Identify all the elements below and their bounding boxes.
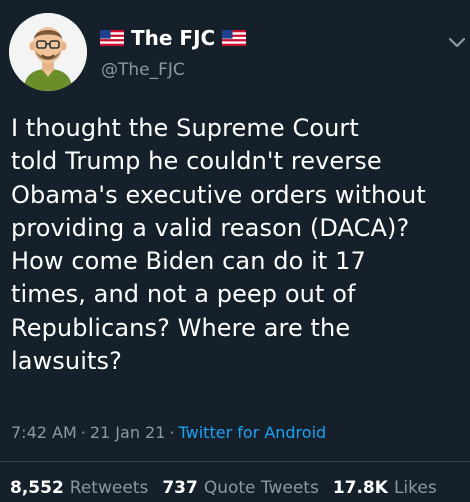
tweet-text-line: Obama's executive orders without — [11, 180, 426, 209]
quote-tweets-count: 737 — [162, 478, 198, 498]
tweet-meta: 7:42 AM · 21 Jan 21 · Twitter for Androi… — [11, 420, 326, 444]
likes-label: Likes — [393, 478, 437, 498]
retweets-stat[interactable]: 8,552 Retweets — [10, 478, 148, 498]
author-name-row[interactable]: The FJC — [100, 24, 247, 52]
quote-tweets-stat[interactable]: 737 Quote Tweets — [162, 478, 319, 498]
tweet-stats: 8,552 Retweets 737 Quote Tweets 17.8K Li… — [10, 478, 451, 502]
separator-dot: · — [169, 422, 175, 442]
us-flag-icon — [222, 30, 247, 46]
tweet-text-line: providing a valid reason (DACA)? — [11, 213, 410, 242]
likes-stat[interactable]: 17.8K Likes — [333, 478, 437, 498]
tweet-date[interactable]: 21 Jan 21 — [90, 423, 166, 442]
chevron-down-icon[interactable] — [447, 36, 467, 50]
tweet: The FJC @The_FJC I thought the Supreme C… — [0, 0, 470, 500]
tweet-source-link[interactable]: Twitter for Android — [179, 423, 327, 442]
quote-tweets-label: Quote Tweets — [203, 478, 319, 498]
avatar-cartoon-icon — [9, 13, 87, 91]
tweet-text-line: told Trump he couldn't reverse — [11, 147, 382, 176]
tweet-text-line: times, and not a peep out of — [11, 280, 356, 309]
tweet-text-line: How come Biden can do it 17 — [11, 247, 366, 276]
retweets-count: 8,552 — [10, 478, 64, 498]
user-handle[interactable]: @The_FJC — [101, 60, 185, 80]
display-name: The FJC — [131, 26, 216, 50]
tweet-text-line: I thought the Supreme Court — [11, 114, 359, 142]
tweet-text-line: Republicans? Where are the — [11, 313, 351, 342]
tweet-text-line: lawsuits? — [11, 347, 122, 376]
tweet-time[interactable]: 7:42 AM — [11, 423, 77, 442]
likes-count: 17.8K — [332, 478, 388, 498]
separator-dot: · — [80, 422, 86, 442]
tweet-text: I thought the Supreme Court told Trump h… — [11, 112, 466, 378]
retweets-label: Retweets — [69, 478, 149, 498]
avatar[interactable] — [9, 13, 87, 91]
divider — [0, 461, 470, 462]
us-flag-icon — [100, 30, 124, 46]
